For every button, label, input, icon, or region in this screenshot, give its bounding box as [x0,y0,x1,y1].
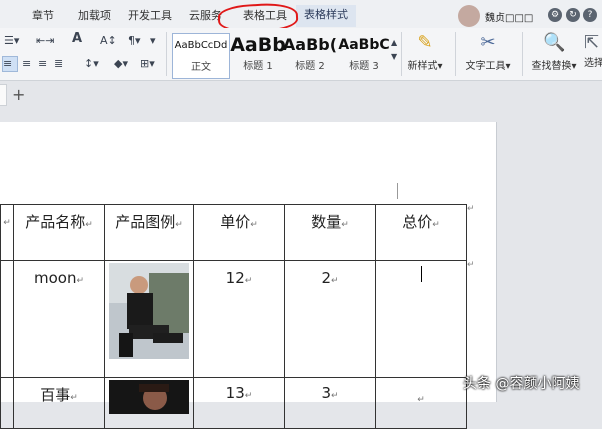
select-button[interactable]: ⇱ 选择 [584,32,602,69]
separator [455,32,456,76]
separator [522,32,523,76]
style-sample: AaBb( [282,35,338,54]
table-header-cell[interactable]: 单价↵ [193,204,285,261]
table-header-cell[interactable]: 数量↵ [284,204,376,261]
style-sample: AaBbC [338,37,390,53]
table-header-cell[interactable]: 产品图例↵ [104,204,194,261]
style-normal[interactable]: AaBbCcDd 正文 [172,33,230,79]
style-label: 标题 2 [295,61,325,72]
find-replace-button[interactable]: 🔍 查找替换▾ [526,32,582,72]
product-image-cell[interactable] [104,377,194,429]
styles-scroll-icon[interactable]: ▲ ▼ [391,36,397,64]
new-style-icon: ✎ [417,32,433,53]
product-name-cell[interactable]: moon↵ [13,260,105,378]
separator [166,32,167,76]
table-row: moon↵ 12↵ 2↵ [0,260,467,378]
price-cell[interactable]: 12↵ [193,260,285,378]
tab-chapter[interactable]: 章节 [32,7,54,23]
table-cell[interactable]: ↵ [0,204,14,261]
align-right-icon[interactable]: ≡ [38,57,47,71]
style-label: 标题 1 [243,61,273,72]
help-icon[interactable]: ? [583,8,597,22]
product-photo[interactable] [109,380,189,414]
pilcrow-icon[interactable]: ¶▾ [128,34,141,48]
table-cell[interactable] [0,377,14,429]
find-replace-label: 查找替换 [531,61,572,72]
style-heading2[interactable]: AaBb( 标题 2 [282,33,338,77]
product-photo[interactable] [109,263,189,359]
tab-table-style[interactable]: 表格样式 [296,5,356,27]
table-row: 百事↵ 13↵ 3↵ ↵ [0,377,467,429]
table-header-cell[interactable]: 产品名称↵ [13,204,105,261]
row-end-mark: ↵ [467,204,475,214]
user-name[interactable]: 魏贞□□□ [485,9,533,24]
total-cell[interactable]: ↵ [375,377,467,429]
table-row: ↵ 产品名称↵ 产品图例↵ 单价↵ 数量↵ 总价↵ [0,204,467,261]
border-icon[interactable]: ⊞▾ [140,57,155,71]
select-label: 选择 [584,58,602,69]
style-heading1[interactable]: AaBb 标题 1 [230,33,286,77]
style-heading3[interactable]: AaBbC 标题 3 [336,33,392,77]
text-tools-icon: ✂ [480,32,496,53]
shading-icon[interactable]: ◆▾ [114,57,128,71]
style-sample: AaBbCcDd [174,40,228,51]
table-cell[interactable] [0,260,14,378]
product-image-cell[interactable] [104,260,194,378]
table-header-cell[interactable]: 总价↵ [375,204,467,261]
document-tab-bar [0,81,602,109]
separator [401,32,402,76]
new-style-button[interactable]: ✎ 新样式▾ [404,32,446,72]
product-name-cell[interactable]: 百事↵ [13,377,105,429]
document-tab[interactable] [0,84,7,106]
list-bullet-icon[interactable]: ☰▾ [4,34,19,48]
margin-corner-mark [397,183,398,199]
ribbon-toolbar: ☰▾ ⇤⇥ A A↕ ¶▾ ▾ ≡ ≡ ≡ ≣ ↕▾ ◆▾ ⊞▾ AaBbCcD… [0,28,602,81]
text-tools-button[interactable]: ✂ 文字工具▾ [460,32,516,72]
style-sample: AaBb [230,34,286,56]
tab-developer[interactable]: 开发工具 [128,7,172,23]
gear-icon[interactable]: ⚙ [548,8,562,22]
user-zone: 魏贞□□□ ⚙ ↻ ? [456,2,602,28]
font-size-button[interactable]: A [72,32,82,46]
watermark: 头条 @容颜小阿姨 [463,376,580,392]
select-icon: ⇱ [584,32,600,53]
tab-addons[interactable]: 加载项 [78,7,111,23]
align-left-icon[interactable]: ≡ [2,56,18,72]
align-center-icon[interactable]: ≡ [22,57,31,71]
new-style-label: 新样式 [407,61,438,72]
product-table[interactable]: ↵ 产品名称↵ 产品图例↵ 单价↵ 数量↵ 总价↵ moon↵ 12↵ 2↵ 百… [0,204,467,429]
search-icon: 🔍 [543,32,566,53]
justify-icon[interactable]: ≣ [54,57,63,71]
sync-icon[interactable]: ↻ [566,8,580,22]
indent-icon[interactable]: ⇤⇥ [36,34,54,48]
price-cell[interactable]: 13↵ [193,377,285,429]
quantity-cell[interactable]: 3↵ [284,377,376,429]
avatar[interactable] [458,5,480,27]
text-tools-label: 文字工具 [465,61,506,72]
quantity-cell[interactable]: 2↵ [284,260,376,378]
menu-bar: 章节 加载项 开发工具 云服务 表格工具 表格样式 魏贞□□□ ⚙ ↻ ? [0,0,602,29]
more-icon[interactable]: ▾ [150,34,156,48]
style-label: 正文 [191,62,211,73]
sort-icon[interactable]: A↕ [100,34,117,48]
row-end-mark: ↵ [467,260,475,270]
add-tab-button[interactable]: + [12,86,25,104]
style-label: 标题 3 [349,61,379,72]
line-spacing-icon[interactable]: ↕▾ [84,57,99,71]
text-caret [421,266,422,282]
